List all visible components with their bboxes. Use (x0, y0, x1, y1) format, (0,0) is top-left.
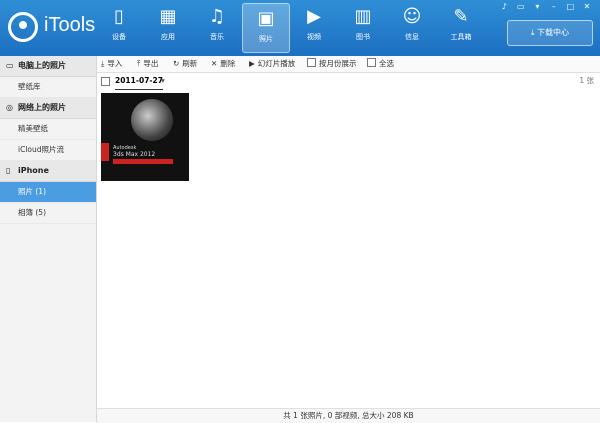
nav-video[interactable]: ▶ 视频 (291, 2, 337, 52)
3ds-max-logo-icon (131, 99, 173, 141)
phone-icon: ▯ (6, 166, 11, 175)
export-button[interactable]: ⤒ 导出 (137, 56, 158, 72)
refresh-icon: ↻ (173, 59, 180, 68)
header-bar: iTools ▯ 设备 ▦ 应用 ♫ 音乐 ▣ 照片 ▶ 视频 ▥ 图书 ☺ 信… (0, 0, 600, 56)
nav-apps[interactable]: ▦ 应用 (145, 2, 191, 52)
nav-device[interactable]: ▯ 设备 (96, 2, 142, 52)
nav-photos[interactable]: ▣ 照片 (242, 3, 290, 53)
nav-toolbox[interactable]: ✎ 工具箱 (438, 2, 484, 52)
status-bar: 共 1 张照片, 0 部视频, 总大小 208 KB (97, 408, 600, 423)
minimize-icon[interactable]: – (547, 2, 561, 11)
import-button[interactable]: ⤓ 导入 (101, 56, 122, 72)
sidebar-item-icloud-photostream[interactable]: iCloud照片流 (0, 140, 96, 161)
photo-icon: ▣ (257, 8, 275, 29)
refresh-button[interactable]: ↻ 刷新 (173, 56, 197, 72)
chevron-down-icon[interactable]: ▾ (161, 73, 165, 89)
slideshow-button[interactable]: ▶ 幻灯片播放 (249, 56, 295, 72)
video-icon: ▶ (307, 6, 321, 27)
nav-music[interactable]: ♫ 音乐 (194, 2, 240, 52)
globe-icon: ◎ (6, 103, 13, 112)
sidebar: ▭ 电脑上的照片 壁纸库 ◎ 网络上的照片 精美壁纸 iCloud照片流 ▯ iPho… (0, 56, 97, 422)
export-icon: ⤒ (137, 59, 141, 68)
sidebar-item-fine-wallpapers[interactable]: 精美壁纸 (0, 119, 96, 140)
date-group-header: 2011-07-27 ▾ 1 张 (97, 73, 600, 90)
book-icon: ▥ (354, 6, 372, 27)
sidebar-item-photos[interactable]: 照片 (1) (0, 182, 96, 203)
download-center-button[interactable]: ⤓ 下载中心 (507, 20, 593, 46)
toolbar: ⤓ 导入 ⤒ 导出 ↻ 刷新 ✕ 删除 ▶ 幻灯片播放 按月份展示 全选 (97, 56, 600, 73)
music-icon: ♫ (208, 6, 226, 27)
delete-icon: ✕ (211, 59, 218, 68)
photo-thumbnail[interactable]: Autodesk 3ds Max 2012 (101, 93, 189, 181)
itools-logo-icon (8, 12, 38, 42)
select-all-checkbox[interactable]: 全选 (367, 56, 394, 72)
apps-icon: ▦ (159, 6, 177, 27)
sidebar-section-iphone: ▯ iPhone (0, 161, 96, 182)
monitor-icon: ▭ (6, 61, 14, 70)
play-icon: ▶ (249, 59, 255, 68)
menu-icon[interactable]: ▾ (530, 2, 544, 11)
sidebar-item-wallpaper-library[interactable]: 壁纸库 (0, 77, 96, 98)
date-group-label: 2011-07-27 (115, 73, 163, 90)
music-note-icon[interactable]: ♪ (497, 2, 511, 11)
user-icon: ☺ (402, 6, 422, 27)
photo-count: 1 张 (579, 76, 594, 85)
wrench-icon: ✎ (453, 6, 469, 27)
by-month-checkbox[interactable]: 按月份展示 (307, 56, 357, 72)
sidebar-section-online-photos: ◎ 网络上的照片 (0, 98, 96, 119)
nav-books[interactable]: ▥ 图书 (340, 2, 386, 52)
checkbox-icon (367, 58, 376, 67)
sidebar-item-albums[interactable]: 相簿 (5) (0, 203, 96, 224)
import-icon: ⤓ (101, 59, 105, 68)
sidebar-section-pc-photos: ▭ 电脑上的照片 (0, 56, 96, 77)
app-title: iTools (44, 14, 96, 36)
window-controls: ♪ ▭ ▾ – □ ✕ (497, 2, 594, 12)
message-icon[interactable]: ▭ (514, 2, 528, 11)
close-icon[interactable]: ✕ (580, 2, 594, 11)
phone-icon: ▯ (114, 6, 124, 27)
date-group-checkbox[interactable] (101, 77, 110, 86)
maximize-icon[interactable]: □ (563, 2, 577, 11)
nav-info[interactable]: ☺ 信息 (389, 2, 435, 52)
checkbox-icon (307, 58, 316, 67)
delete-button[interactable]: ✕ 删除 (211, 56, 235, 72)
